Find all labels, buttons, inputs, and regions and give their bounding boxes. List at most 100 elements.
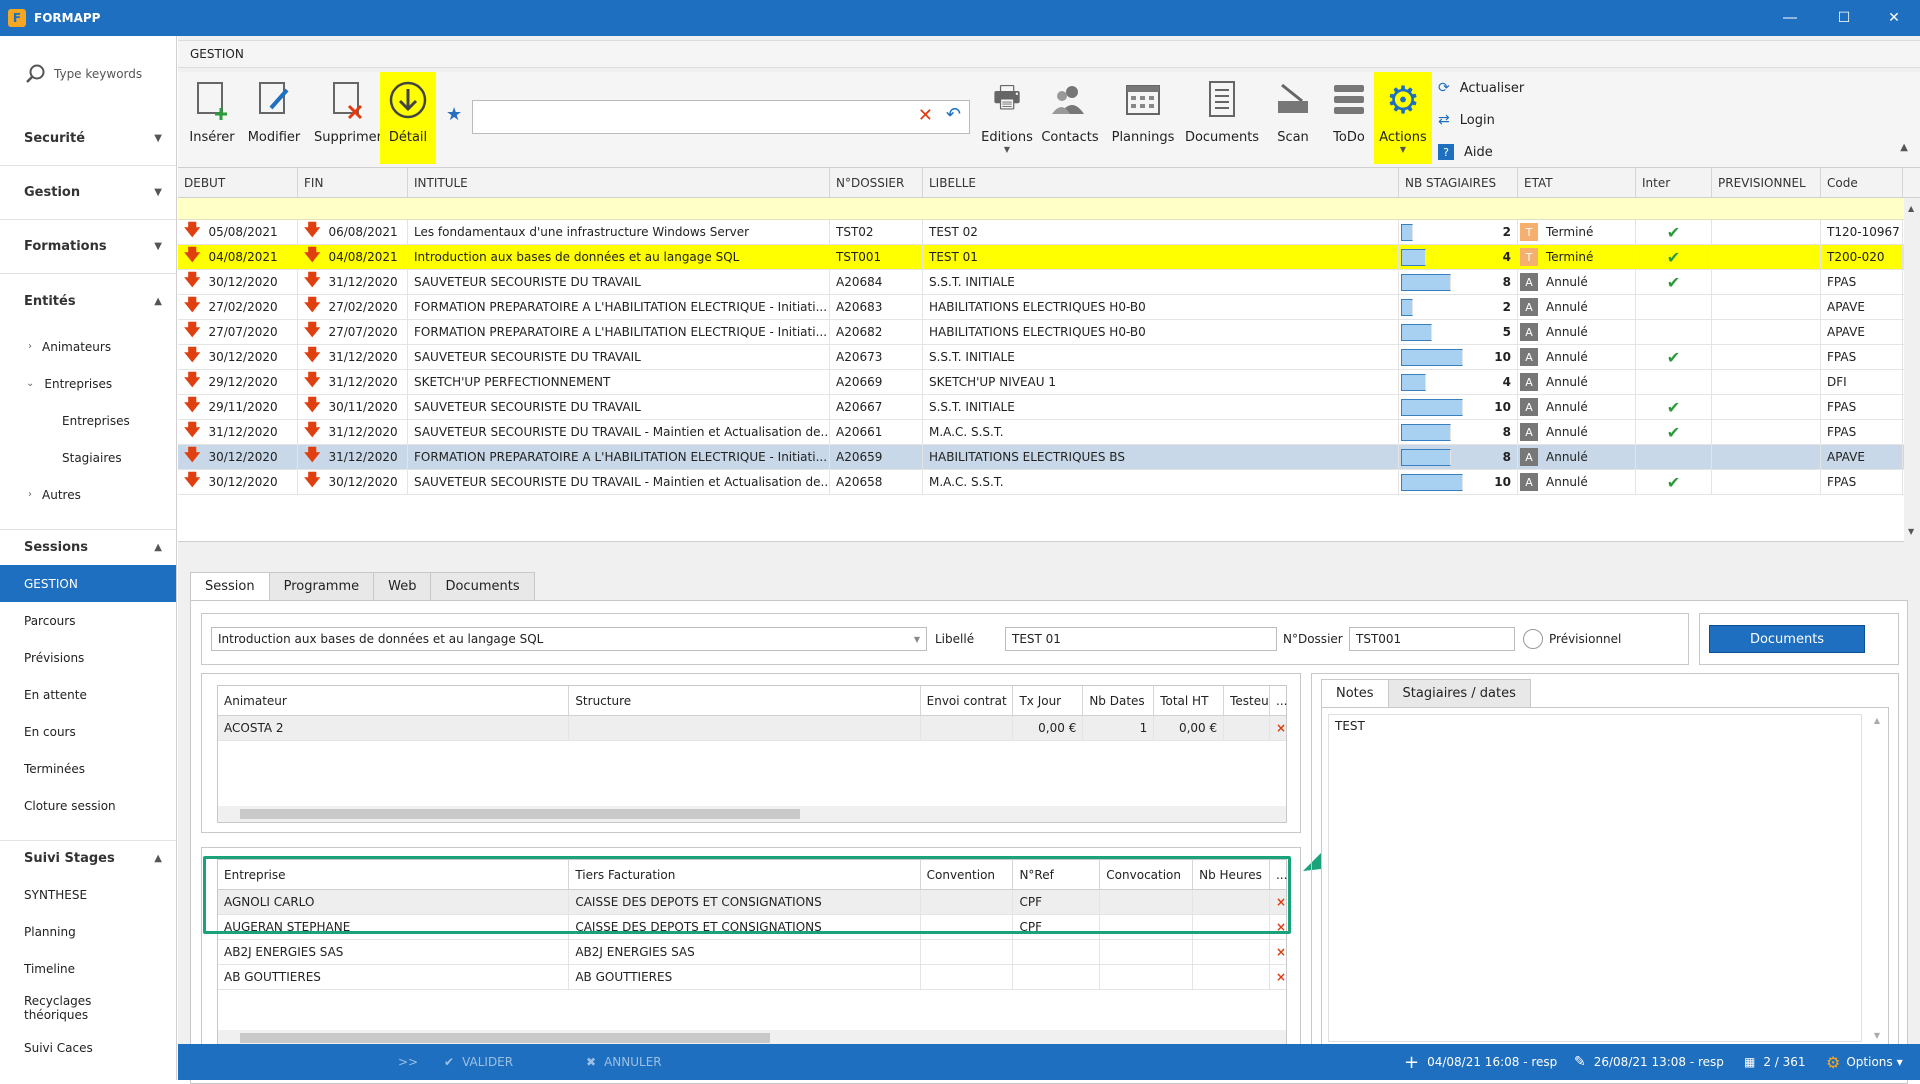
options-button[interactable]: ⚙ Options ▼ xyxy=(1826,1044,1903,1080)
inserer-button[interactable]: Insérer xyxy=(184,72,240,164)
modifier-button[interactable]: Modifier xyxy=(244,72,304,164)
col-structure[interactable]: Structure xyxy=(569,686,921,715)
col-tx-jour[interactable]: Tx Jour xyxy=(1013,686,1084,715)
sidebar-item-cloture-session[interactable]: Cloture session xyxy=(0,787,176,824)
login-button[interactable]: ⇄ Login xyxy=(1438,106,1495,134)
sidebar-item-recyclages[interactable]: Recyclages théoriques xyxy=(0,987,110,1029)
libelle-field[interactable]: TEST 01 xyxy=(1005,627,1277,651)
dossier-field[interactable]: TST001 xyxy=(1349,627,1515,651)
todo-button[interactable]: ToDo xyxy=(1324,72,1374,164)
sidebar-item-previsions[interactable]: Prévisions xyxy=(0,639,176,676)
table-row[interactable]: 🡇 30/12/2020 🡇 31/12/2020 SAUVETEUR SECOURIS… xyxy=(178,345,1920,370)
col-more[interactable]: ... xyxy=(1270,686,1287,715)
tab-stagiaires-dates[interactable]: Stagiaires / dates xyxy=(1387,679,1531,707)
table-row[interactable]: 🡇 27/07/2020 🡇 27/07/2020 FORMATION PREPARAT… xyxy=(178,320,1920,345)
table-row[interactable]: 🡇 04/08/2021 🡇 04/08/2021 Introduction aux b… xyxy=(178,245,1920,270)
clear-filter-icon[interactable]: ✕ xyxy=(918,105,933,126)
table-row[interactable]: 🡇 30/12/2020 🡇 31/12/2020 FORMATION PREPARAT… xyxy=(178,445,1920,470)
table-row[interactable]: AB GOUTTIERES AB GOUTTIERES × xyxy=(218,965,1286,990)
tab-session[interactable]: Session xyxy=(190,572,270,600)
aide-button[interactable]: ? Aide xyxy=(1438,138,1493,166)
sidebar-section-gestion[interactable]: Gestion ▼ xyxy=(0,166,176,220)
sidebar-item-synthese[interactable]: SYNTHESE xyxy=(0,876,176,913)
col-animateur[interactable]: Animateur xyxy=(218,686,570,715)
search-input[interactable]: Type keywords xyxy=(54,67,142,81)
table-row[interactable]: 🡇 05/08/2021 🡇 06/08/2021 Les fondamentaux d… xyxy=(178,220,1920,245)
table-row[interactable]: 🡇 31/12/2020 🡇 31/12/2020 SAUVETEUR SECOURIS… xyxy=(178,420,1920,445)
sidebar-item-entreprises-group[interactable]: ⌄ Entreprises xyxy=(0,365,176,402)
col-dossier[interactable]: N°DOSSIER xyxy=(830,168,923,197)
col-previsionnel[interactable]: PREVISIONNEL xyxy=(1712,168,1821,197)
sidebar-item-gestion[interactable]: GESTION xyxy=(0,565,176,602)
sidebar-item-en-cours[interactable]: En cours xyxy=(0,713,176,750)
table-row[interactable]: 🡇 30/12/2020 🡇 31/12/2020 SAUVETEUR SECOURIS… xyxy=(178,270,1920,295)
previsionnel-radio[interactable] xyxy=(1523,629,1543,649)
scroll-down-icon[interactable]: ▼ xyxy=(1908,527,1914,536)
intitule-select[interactable]: Introduction aux bases de données et au … xyxy=(211,627,927,651)
scroll-up-icon[interactable]: ▲ xyxy=(1874,716,1880,725)
tab-web[interactable]: Web xyxy=(373,572,432,600)
sidebar-section-sessions[interactable]: Sessions ▲ xyxy=(0,529,176,565)
col-debut[interactable]: DEBUT xyxy=(178,168,298,197)
sidebar-section-securite[interactable]: Securité ▼ xyxy=(0,112,176,166)
table-row[interactable]: ACOSTA 2 0,00 € 1 0,00 € × xyxy=(218,716,1286,741)
valider-button[interactable]: ✔ VALIDER xyxy=(444,1044,513,1080)
maximize-button[interactable]: ☐ xyxy=(1816,0,1872,36)
delete-row-icon[interactable]: × xyxy=(1270,940,1286,964)
delete-row-icon[interactable]: × xyxy=(1270,716,1286,740)
sidebar-section-suivi-stages[interactable]: Suivi Stages ▲ xyxy=(0,840,176,876)
plannings-button[interactable]: Plannings xyxy=(1108,72,1178,164)
delete-row-icon[interactable]: × xyxy=(1270,965,1286,989)
sidebar-item-stagiaires[interactable]: Stagiaires xyxy=(0,439,176,476)
col-envoi-contrat[interactable]: Envoi contrat xyxy=(921,686,1014,715)
supprimer-button[interactable]: Supprimer xyxy=(308,72,388,164)
col-testeu[interactable]: Testeu xyxy=(1224,686,1270,715)
table-row[interactable]: AB2J ENERGIES SAS AB2J ENERGIES SAS × xyxy=(218,940,1286,965)
notes-textarea[interactable]: TEST xyxy=(1328,714,1862,1042)
tab-documents[interactable]: Documents xyxy=(430,572,535,600)
filter-input[interactable]: ✕ ↶ xyxy=(472,100,970,134)
documents-button[interactable]: Documents xyxy=(1182,72,1262,164)
col-code[interactable]: Code xyxy=(1821,168,1903,197)
sidebar-item-planning[interactable]: Planning xyxy=(0,913,176,950)
col-nb-dates[interactable]: Nb Dates xyxy=(1083,686,1155,715)
documents-button-panel[interactable]: Documents xyxy=(1709,625,1865,653)
editions-button[interactable]: 🖶 Editions ▼ xyxy=(980,72,1034,164)
undo-icon[interactable]: ↶ xyxy=(946,104,961,125)
sidebar-item-entreprises[interactable]: Entreprises xyxy=(0,402,176,439)
contacts-button[interactable]: Contacts xyxy=(1040,72,1100,164)
grid-vertical-scrollbar[interactable]: ▲ ▼ xyxy=(1904,198,1920,542)
sidebar-item-timeline[interactable]: Timeline xyxy=(0,950,176,987)
sidebar-search[interactable]: Type keywords xyxy=(0,36,176,112)
col-total-ht[interactable]: Total HT xyxy=(1154,686,1225,715)
sidebar-item-autres[interactable]: › Autres xyxy=(0,476,176,513)
scroll-down-icon[interactable]: ▼ xyxy=(1874,1031,1880,1040)
col-etat[interactable]: ETAT xyxy=(1518,168,1636,197)
collapse-ribbon-icon[interactable]: ▲ xyxy=(1900,142,1908,153)
sidebar-item-suivi-caces[interactable]: Suivi Caces xyxy=(0,1029,176,1066)
sidebar-item-terminees[interactable]: Terminées xyxy=(0,750,176,787)
annuler-button[interactable]: ✖ ANNULER xyxy=(586,1044,662,1080)
col-nb-stagiaires[interactable]: NB STAGIAIRES xyxy=(1399,168,1518,197)
actions-button[interactable]: ⚙ Actions ▼ xyxy=(1374,72,1432,164)
col-fin[interactable]: FIN xyxy=(298,168,408,197)
col-inter[interactable]: Inter xyxy=(1636,168,1712,197)
col-intitule[interactable]: INTITULE xyxy=(408,168,830,197)
minimize-button[interactable]: ― xyxy=(1762,0,1818,36)
scan-button[interactable]: Scan xyxy=(1268,72,1318,164)
detail-button[interactable]: Détail xyxy=(380,72,436,164)
close-button[interactable]: ✕ xyxy=(1866,0,1920,36)
sidebar-item-en-attente[interactable]: En attente xyxy=(0,676,176,713)
scroll-up-icon[interactable]: ▲ xyxy=(1908,204,1914,213)
table-row[interactable]: 🡇 29/12/2020 🡇 31/12/2020 SKETCH'UP PERFECTI… xyxy=(178,370,1920,395)
actualiser-button[interactable]: ⟳ Actualiser xyxy=(1438,74,1524,102)
grid-filter-row[interactable] xyxy=(178,198,1920,220)
sidebar-section-formations[interactable]: Formations ▼ xyxy=(0,220,176,274)
sidebar-section-entites[interactable]: Entités ▲ xyxy=(0,274,176,328)
tab-programme[interactable]: Programme xyxy=(268,572,375,600)
expand-button[interactable]: >> xyxy=(398,1044,418,1080)
col-libelle[interactable]: LIBELLE xyxy=(923,168,1399,197)
animateurs-hscrollbar[interactable] xyxy=(218,806,1286,822)
favorite-star-icon[interactable]: ★ xyxy=(446,104,462,125)
tab-notes[interactable]: Notes xyxy=(1321,679,1389,707)
